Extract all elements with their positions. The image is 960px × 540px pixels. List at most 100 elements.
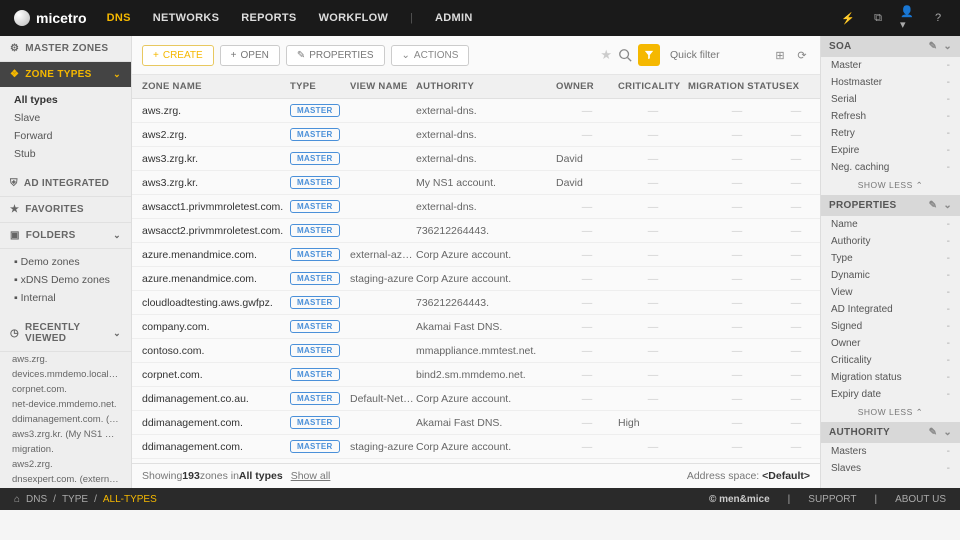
cell-authority: 736212264443. [416, 297, 556, 309]
recent-item[interactable]: migration. [0, 442, 131, 457]
user-menu-icon[interactable]: 👤▾ [900, 10, 916, 26]
sidebar-master-zones[interactable]: ⚙MASTER ZONES [0, 36, 131, 62]
filter-button[interactable] [638, 44, 660, 66]
cell-zone: aws3.zrg.kr. [142, 177, 290, 189]
cell-type: MASTER [290, 392, 350, 405]
sidebar-item-stub[interactable]: Stub [0, 145, 131, 163]
rp-row: Migration status- [821, 369, 960, 386]
folder-xdns-demo[interactable]: ▪ xDNS Demo zones [0, 271, 131, 289]
table-row[interactable]: corpnet.com. MASTER bind2.sm.mmdemo.net.… [132, 363, 820, 387]
soa-show-less[interactable]: SHOW LESS ⌃ [821, 176, 960, 195]
cell-owner: — [556, 345, 618, 357]
table-row[interactable]: azure.menandmice.com. MASTER external-az… [132, 243, 820, 267]
nav-separator: | [410, 12, 413, 24]
nav-workflow[interactable]: WORKFLOW [319, 12, 389, 24]
rp-soa-header[interactable]: SOA✎⌄ [821, 36, 960, 57]
sidebar-recently-viewed[interactable]: ◷RECENTLY VIEWED⌄ [0, 315, 131, 352]
col-owner[interactable]: OWNER [556, 81, 618, 92]
table-row[interactable]: ddimanagement.com. MASTER Akamai Fast DN… [132, 411, 820, 435]
actions-button[interactable]: ⌄ACTIONS [391, 45, 470, 66]
refresh-icon[interactable]: ⟳ [794, 47, 810, 63]
create-button[interactable]: +CREATE [142, 45, 214, 66]
cell-zone: azure.menandmice.com. [142, 273, 290, 285]
pencil-icon[interactable]: ✎ [929, 200, 938, 211]
sidebar-folders[interactable]: ▣FOLDERS⌄ [0, 223, 131, 249]
col-criticality[interactable]: CRITICALITY [618, 81, 688, 92]
sidebar-ad-integrated[interactable]: ⛨AD INTEGRATED [0, 171, 131, 197]
col-expiry[interactable]: EX [786, 81, 806, 92]
show-all-link[interactable]: Show all [291, 470, 331, 482]
table-row[interactable]: ddimanagement.com. MASTER staging-azure … [132, 435, 820, 459]
col-migration[interactable]: MIGRATION STATUS [688, 81, 786, 92]
camera-icon[interactable]: ⧉ [870, 10, 886, 26]
search-icon[interactable] [618, 48, 632, 62]
quick-filter-input[interactable] [666, 45, 766, 65]
nav-reports[interactable]: REPORTS [241, 12, 296, 24]
bc-type[interactable]: TYPE [62, 494, 88, 505]
chevron-down-icon[interactable]: ⌄ [943, 200, 952, 211]
recent-item[interactable]: ddimanagement.com. (<default> [0, 412, 131, 427]
table-row[interactable]: contoso.com. MASTER mmappliance.mmtest.n… [132, 339, 820, 363]
recent-item[interactable]: aws.zrg. [0, 352, 131, 367]
nav-admin[interactable]: ADMIN [435, 12, 473, 24]
footer-about[interactable]: ABOUT US [895, 494, 946, 505]
bc-dns[interactable]: DNS [26, 494, 47, 505]
pencil-icon[interactable]: ✎ [929, 427, 938, 438]
columns-icon[interactable]: ⊞ [772, 47, 788, 63]
rp-row: Masters- [821, 443, 960, 460]
sidebar-zone-types[interactable]: ❖ZONE TYPES⌄ [0, 62, 131, 87]
table-row[interactable]: awsacct1.privmmroletest.com. MASTER exte… [132, 195, 820, 219]
bolt-icon[interactable]: ⚡ [840, 10, 856, 26]
col-authority[interactable]: AUTHORITY [416, 81, 556, 92]
recent-item[interactable]: net-device.mmdemo.net. [0, 397, 131, 412]
footer-support[interactable]: SUPPORT [808, 494, 856, 505]
recent-item[interactable]: corpnet.com. [0, 382, 131, 397]
open-button[interactable]: +OPEN [220, 45, 280, 66]
props-show-less[interactable]: SHOW LESS ⌃ [821, 403, 960, 422]
table-row[interactable]: company.com. MASTER Akamai Fast DNS. — —… [132, 315, 820, 339]
nav-networks[interactable]: NETWORKS [153, 12, 220, 24]
folder-internal[interactable]: ▪ Internal [0, 289, 131, 307]
table-footer: Showing 193 zones in All types Show all … [132, 463, 820, 488]
favorite-toggle[interactable]: ★ [600, 47, 612, 63]
cell-type: MASTER [290, 272, 350, 285]
sidebar-item-slave[interactable]: Slave [0, 109, 131, 127]
nav-dns[interactable]: DNS [107, 12, 131, 24]
table-row[interactable]: cloudloadtesting.aws.gwfpz. MASTER 73621… [132, 291, 820, 315]
rp-authority-header[interactable]: AUTHORITY✎⌄ [821, 422, 960, 443]
cell-view: Default-Net… [350, 393, 416, 405]
table-row[interactable]: aws.zrg. MASTER external-dns. — — — — [132, 99, 820, 123]
cell-migration: — [688, 417, 786, 429]
properties-button[interactable]: ✎PROPERTIES [286, 45, 385, 66]
rp-props-header[interactable]: PROPERTIES✎⌄ [821, 195, 960, 216]
table-row[interactable]: aws2.zrg. MASTER external-dns. — — — — [132, 123, 820, 147]
table-row[interactable]: aws3.zrg.kr. MASTER external-dns. David … [132, 147, 820, 171]
rp-row: Expire- [821, 142, 960, 159]
table-row[interactable]: ddimanagement.co.au. MASTER Default-Net…… [132, 387, 820, 411]
sidebar-favorites[interactable]: ★FAVORITES [0, 197, 131, 223]
recent-item[interactable]: aws2.zrg. [0, 457, 131, 472]
cell-authority: Corp Azure account. [416, 441, 556, 453]
col-type[interactable]: TYPE [290, 81, 350, 92]
table-header: ZONE NAME TYPE VIEW NAME AUTHORITY OWNER… [132, 75, 820, 99]
help-icon[interactable]: ? [930, 10, 946, 26]
home-icon[interactable]: ⌂ [14, 494, 20, 505]
col-zone[interactable]: ZONE NAME [142, 81, 290, 92]
sidebar-item-forward[interactable]: Forward [0, 127, 131, 145]
col-view[interactable]: VIEW NAME [350, 81, 416, 92]
table-row[interactable]: aws3.zrg.kr. MASTER My NS1 account. Davi… [132, 171, 820, 195]
chevron-down-icon[interactable]: ⌄ [943, 41, 952, 52]
pencil-icon[interactable]: ✎ [929, 41, 938, 52]
table-row[interactable]: azure.menandmice.com. MASTER staging-azu… [132, 267, 820, 291]
table-row[interactable]: awsacct2.privmmroletest.com. MASTER 7362… [132, 219, 820, 243]
folder-demo-zones[interactable]: ▪ Demo zones [0, 253, 131, 271]
recent-item[interactable]: dnsexpert.com. (external-azure) [0, 472, 131, 487]
recent-item[interactable]: devices.mmdemo.local. ([Active [0, 367, 131, 382]
chevron-down-icon[interactable]: ⌄ [943, 427, 952, 438]
recent-show-less[interactable]: SHOW LESS ⌃ [0, 487, 131, 488]
sidebar-item-all-types[interactable]: All types [0, 91, 131, 109]
cell-zone: aws2.zrg. [142, 129, 290, 141]
star-icon: ★ [10, 204, 19, 215]
recent-item[interactable]: aws3.zrg.kr. (My NS1 account.) [0, 427, 131, 442]
logo[interactable]: micetro [14, 10, 87, 26]
